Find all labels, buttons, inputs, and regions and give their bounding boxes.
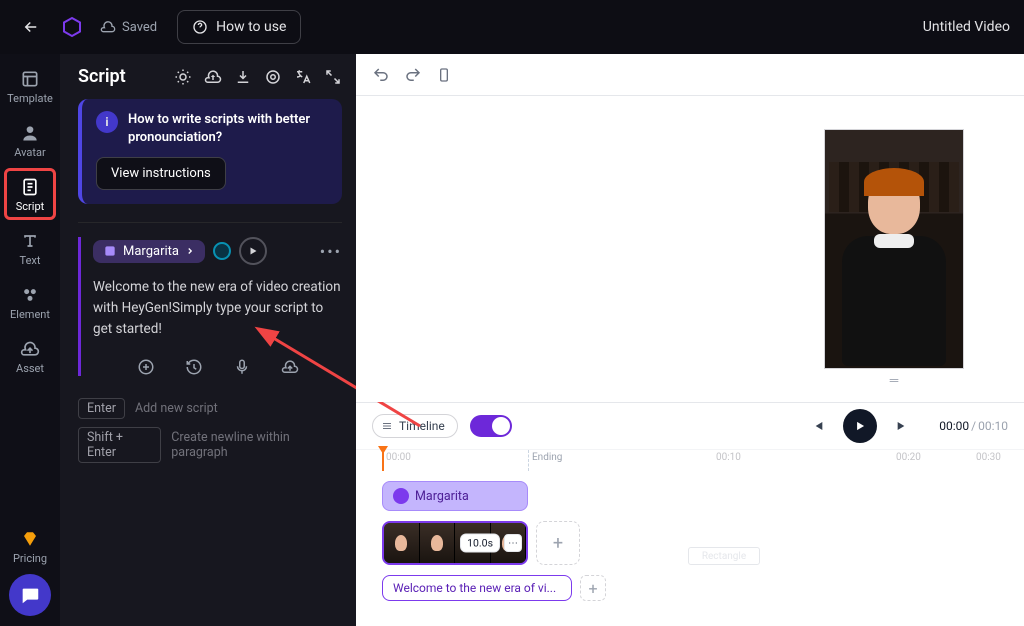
callout-text: How to write scripts with better pronoun… [128,111,328,147]
avatar-track-clip[interactable]: Margarita [382,481,528,511]
tracks: Margarita 1 10.0s ⋯ + Welcome to the [356,471,1024,626]
side-rail: Template Avatar Script Text Element Asse… [0,54,60,626]
script-icon [19,176,41,198]
add-scene-button[interactable]: + [536,521,580,565]
inspire-icon[interactable] [174,68,192,86]
asset-icon [19,338,41,360]
rail-text[interactable]: Text [4,222,56,274]
rail-avatar[interactable]: Avatar [4,114,56,166]
timeline-chip[interactable]: Timeline [372,414,458,438]
rail-template[interactable]: Template [4,60,56,112]
device-preview-button[interactable] [436,65,452,85]
voice-select[interactable] [213,242,231,260]
panel-title: Script [78,66,126,87]
diamond-icon [19,528,41,550]
chevron-right-icon [185,246,195,256]
rail-asset[interactable]: Asset [4,330,56,382]
logo-icon [58,13,86,41]
how-to-use-label: How to use [216,19,286,35]
mic-icon[interactable] [233,358,251,376]
redo-button[interactable] [404,66,422,84]
back-button[interactable] [14,10,48,44]
add-script-clip-button[interactable]: + [580,575,606,601]
download-icon[interactable] [234,68,252,86]
hint-enter: Enter Add new script [78,398,342,419]
key-enter: Enter [78,398,125,419]
time-display: 00:00 / 00:10 [939,419,1008,433]
upload-icon[interactable] [204,68,222,86]
rail-script[interactable]: Script [4,168,56,220]
clip-more-button[interactable]: ⋯ [504,534,522,552]
preview-play-button[interactable] [239,237,267,265]
video-clip[interactable]: 1 10.0s ⋯ [382,521,528,565]
text-icon [19,230,41,252]
resize-handle-icon[interactable]: ═ [890,373,899,387]
element-icon [19,284,41,306]
key-shift-enter: Shift + Enter [78,427,161,463]
add-pause-icon[interactable] [137,358,155,376]
script-panel: Script i How to write scripts with bette… [60,54,356,626]
canvas[interactable]: ═ [356,96,1024,402]
time-ruler[interactable]: 00:00 Ending 00:10 00:20 00:30 [356,449,1024,471]
cloud-icon [100,19,116,35]
top-bar: Saved How to use Untitled Video [0,0,1024,54]
chat-icon [19,584,41,606]
play-icon [247,245,259,257]
rectangle-ghost: Rectangle [688,547,760,565]
ai-icon[interactable] [264,68,282,86]
history-icon[interactable] [185,358,203,376]
saved-indicator: Saved [100,19,157,35]
timeline-toggle[interactable] [470,415,512,437]
info-icon: i [96,111,118,133]
undo-button[interactable] [372,66,390,84]
duration-chip[interactable]: 10.0s [460,534,500,553]
rail-pricing[interactable]: Pricing [4,520,56,572]
template-icon [19,68,41,90]
person-icon [103,244,117,258]
saved-label: Saved [122,20,157,35]
avatar-icon [19,122,41,144]
pronunciation-callout: i How to write scripts with better prono… [78,99,342,204]
script-block: Margarita ••• Welcome to the new era of … [78,237,342,376]
view-instructions-button[interactable]: View instructions [96,157,226,190]
ending-label: Ending [532,452,562,463]
hint-shift-enter: Shift + Enter Create newline within para… [78,427,342,463]
support-chat-button[interactable] [9,574,51,616]
play-icon [853,419,867,433]
divider [78,222,342,223]
translate-icon[interactable] [294,68,312,86]
expand-icon[interactable] [324,68,342,86]
script-text[interactable]: Welcome to the new era of video creation… [93,277,342,340]
block-more-button[interactable]: ••• [320,242,342,261]
skip-back-button[interactable] [809,418,825,434]
lines-icon [381,420,393,432]
cloud-upload-icon[interactable] [281,358,299,376]
rail-element[interactable]: Element [4,276,56,328]
project-title[interactable]: Untitled Video [923,19,1010,35]
avatar-element[interactable] [824,129,964,369]
stage: ═ Timeline 00:00 [356,54,1024,626]
script-clip[interactable]: Welcome to the new era of vi... [382,575,572,601]
timeline-strip: Timeline 00:00 / 00:10 [356,402,1024,626]
skip-forward-button[interactable] [895,418,911,434]
playhead[interactable] [382,450,384,471]
avatar-name-chip[interactable]: Margarita [93,240,205,263]
avatar-thumb-icon [393,488,409,504]
play-button[interactable] [843,409,877,443]
ending-marker[interactable] [528,450,529,471]
question-icon [192,19,208,35]
how-to-use-button[interactable]: How to use [177,10,301,44]
